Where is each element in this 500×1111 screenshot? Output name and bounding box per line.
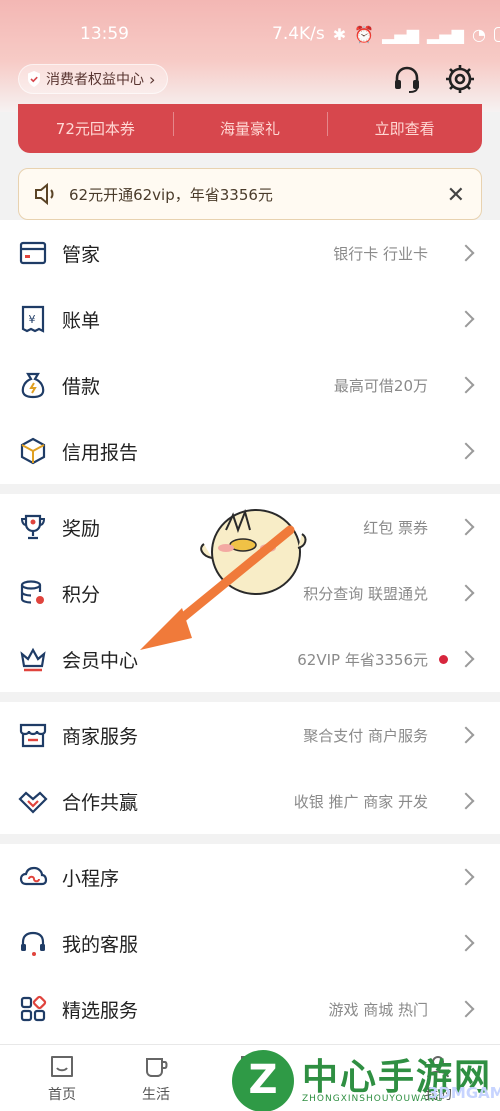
menu-label: 积分 — [62, 583, 101, 606]
watermark-logo: Z — [232, 1050, 294, 1111]
bluetooth-icon: ✱ — [332, 24, 347, 44]
menu-label: 我的客服 — [62, 933, 139, 956]
menu-group-1: 管家 银行卡 行业卡 ¥ 账单 借款 最高可借20万 信用报告 — [0, 220, 500, 484]
promo-banner[interactable]: 72元回本券 海量豪礼 立即查看 — [18, 104, 482, 153]
cup-icon — [146, 1058, 168, 1077]
speaker-icon — [35, 182, 54, 206]
chevron-right-icon — [457, 376, 475, 394]
chevron-right-icon — [457, 442, 475, 460]
menu-meta: 最高可借20万 — [333, 376, 428, 395]
menu-group-2: 奖励 红包 票券 积分 积分查询 联盟通兑 会员中心 62VIP 年省3356元 — [0, 494, 500, 692]
tab-label: 首页 — [48, 1087, 76, 1103]
mini-program-icon — [19, 866, 48, 886]
menu-label: 借款 — [62, 375, 101, 398]
signal-icon: ▂▄▆ — [382, 24, 420, 44]
consumer-rights-center-button[interactable]: 消费者权益中心 › — [18, 64, 169, 94]
bill-icon: ¥ — [21, 305, 45, 333]
money-bag-icon — [21, 372, 45, 399]
watermark-badge: 3DMGAME — [428, 1084, 500, 1102]
menu-group-3: 商家服务 聚合支付 商户服务 合作共赢 收银 推广 商家 开发 — [0, 702, 500, 834]
menu-row-bill[interactable]: ¥ 账单 — [0, 286, 500, 352]
banner-item[interactable]: 海量豪礼 — [172, 112, 328, 139]
menu-label: 商家服务 — [62, 725, 139, 748]
menu-row-featured-services[interactable]: 精选服务 游戏 商城 热门 — [0, 976, 500, 1042]
menu-label: 奖励 — [62, 517, 101, 540]
network-speed: 7.4K/s — [272, 24, 325, 44]
menu-row-loan[interactable]: 借款 最高可借20万 — [0, 352, 500, 418]
chevron-right-icon — [457, 726, 475, 744]
signal-2-icon: ▂▄▆ — [427, 24, 464, 44]
chevron-right-icon — [457, 244, 475, 262]
banner-item[interactable]: 72元回本券 — [18, 118, 173, 139]
menu-label: 账单 — [62, 309, 101, 332]
status-indicators: 7.4K/s ✱ ⏰ ▂▄▆ ▂▄▆ ◔ 55 — [272, 24, 500, 44]
menu-group-4: 小程序 我的客服 精选服务 游戏 商城 热门 — [0, 844, 500, 1044]
menu-row-credit-report[interactable]: 信用报告 — [0, 418, 500, 484]
chevron-right-icon — [457, 650, 475, 668]
banner-item[interactable]: 立即查看 — [327, 112, 482, 139]
gear-icon[interactable] — [443, 62, 477, 96]
chevron-right-icon — [457, 584, 475, 602]
tab-home[interactable]: 首页 — [22, 1051, 102, 1104]
crown-icon — [20, 647, 46, 672]
chevron-right-icon — [457, 310, 475, 328]
menu-row-customer-service[interactable]: 我的客服 — [0, 910, 500, 976]
handshake-icon — [18, 791, 48, 814]
menu-meta: 积分查询 联盟通兑 — [303, 584, 428, 603]
vip-notice-bar[interactable]: 62元开通62vip，年省3356元 ✕ — [18, 168, 482, 220]
chevron-right-icon — [457, 1000, 475, 1018]
menu-row-mini-program[interactable]: 小程序 — [0, 844, 500, 910]
status-bar: 13:59 7.4K/s ✱ ⏰ ▂▄▆ ▂▄▆ ◔ 55 — [0, 0, 500, 56]
menu-label: 小程序 — [62, 867, 120, 890]
menu-meta: 62VIP 年省3356元 — [297, 650, 428, 669]
chevron-right-icon — [457, 868, 475, 886]
chevron-right-icon: › — [149, 69, 156, 89]
menu-meta: 红包 票券 — [363, 518, 428, 537]
close-icon[interactable]: ✕ — [447, 183, 465, 208]
trophy-icon — [20, 514, 46, 540]
menu-meta: 游戏 商城 热门 — [328, 1000, 428, 1019]
credit-report-icon — [20, 437, 46, 465]
store-icon — [19, 723, 47, 748]
coins-icon — [20, 580, 44, 604]
menu-row-member-center[interactable]: 会员中心 62VIP 年省3356元 — [0, 626, 500, 692]
headset-icon[interactable] — [390, 62, 424, 96]
site-watermark: Z 中心手游网 ZHONGXINSHOUYOUWANG 3DMGAME — [232, 1048, 500, 1111]
menu-label: 管家 — [62, 243, 101, 266]
menu-meta: 收银 推广 商家 开发 — [293, 792, 428, 811]
menu-row-merchant-services[interactable]: 商家服务 聚合支付 商户服务 — [0, 702, 500, 768]
grid-icon — [20, 995, 47, 1022]
consumer-rights-label: 消费者权益中心 — [46, 72, 144, 88]
tab-life[interactable]: 生活 — [116, 1051, 196, 1104]
chevron-right-icon — [457, 518, 475, 536]
svg-text:¥: ¥ — [29, 313, 36, 326]
menu-meta: 银行卡 行业卡 — [333, 244, 428, 263]
menu-row-rewards[interactable]: 奖励 红包 票券 — [0, 494, 500, 560]
status-time: 13:59 — [80, 24, 129, 44]
notification-dot — [439, 654, 448, 664]
menu-label: 合作共赢 — [62, 791, 139, 814]
menu-label: 会员中心 — [62, 649, 139, 672]
wifi-icon: ◔ — [471, 24, 486, 44]
page-header: 消费者权益中心 › — [0, 64, 500, 96]
menu-row-manager[interactable]: 管家 银行卡 行业卡 — [0, 220, 500, 286]
chevron-right-icon — [457, 792, 475, 810]
menu-label: 精选服务 — [62, 999, 139, 1022]
watermark-subtitle: ZHONGXINSHOUYOUWANG — [302, 1094, 444, 1104]
card-icon — [19, 241, 47, 265]
menu-row-points[interactable]: 积分 积分查询 联盟通兑 — [0, 560, 500, 626]
menu-meta: 聚合支付 商户服务 — [303, 726, 428, 745]
headset-icon — [21, 931, 45, 956]
tab-label: 生活 — [142, 1087, 170, 1103]
notice-text: 62元开通62vip，年省3356元 — [69, 185, 273, 204]
menu-row-cooperation[interactable]: 合作共赢 收银 推广 商家 开发 — [0, 768, 500, 834]
shield-icon — [28, 71, 40, 87]
battery-icon: 55 — [493, 26, 500, 42]
chevron-right-icon — [457, 934, 475, 952]
home-icon — [51, 1056, 73, 1077]
menu-label: 信用报告 — [62, 441, 139, 464]
alarm-icon: ⏰ — [354, 24, 375, 44]
